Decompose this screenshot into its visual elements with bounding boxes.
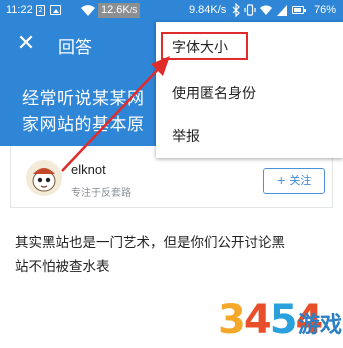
site-watermark: 3454 游戏: [218, 296, 343, 344]
watermark-text: 游戏: [298, 313, 343, 338]
